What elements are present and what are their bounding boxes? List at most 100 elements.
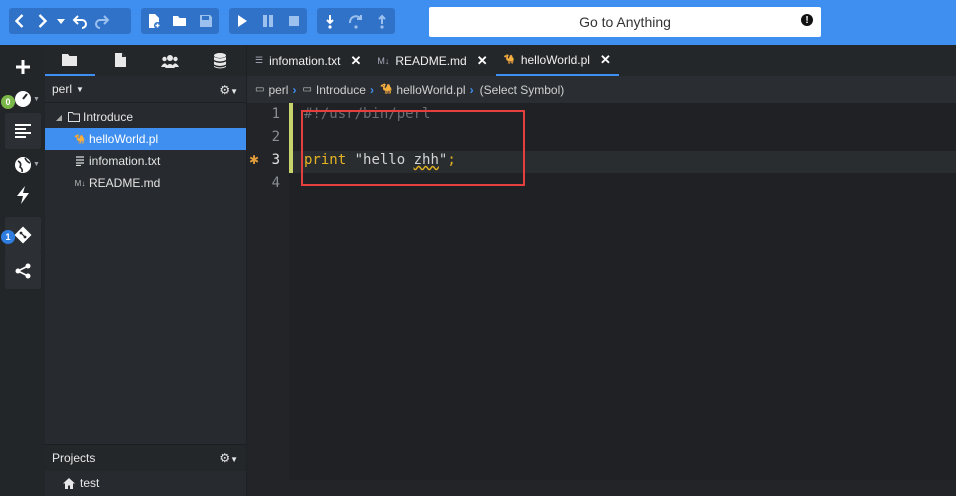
add-button[interactable] xyxy=(5,49,41,85)
redo-button[interactable] xyxy=(91,8,113,34)
new-file-button[interactable] xyxy=(143,8,165,34)
run-button[interactable] xyxy=(231,8,253,34)
tab-database[interactable] xyxy=(195,45,245,76)
globe-icon xyxy=(15,157,31,173)
debug-step-group xyxy=(317,8,395,34)
tab-infomation-txt[interactable]: ☰ infomation.txt ✕ xyxy=(247,45,369,76)
text-icon: ☰ xyxy=(255,55,264,65)
project-selector[interactable]: perl ▼ xyxy=(45,76,246,103)
close-icon[interactable]: ✕ xyxy=(350,53,361,69)
go-to-anything-input[interactable]: Go to Anything ! xyxy=(429,7,821,37)
perl-camel-icon: 🐪 xyxy=(379,84,393,95)
editor-tab-bar: ☰ infomation.txt ✕ M↓ README.md ✕ 🐪 hell… xyxy=(247,45,956,76)
tab-readme-md[interactable]: M↓ README.md ✕ xyxy=(369,45,495,76)
perl-camel-icon: 🐪 xyxy=(74,133,86,144)
gear-icon: ⚙ xyxy=(219,451,231,465)
tab-label: helloWorld.pl xyxy=(520,52,590,67)
play-icon xyxy=(238,15,247,27)
gear-icon: ⚙ xyxy=(219,83,231,97)
folder-icon: ▭ xyxy=(302,84,312,95)
step-over-button[interactable] xyxy=(319,8,341,34)
folder-open-icon xyxy=(173,16,186,26)
line-number: 1 xyxy=(271,106,280,122)
dashboard-icon xyxy=(15,91,31,107)
undo-button[interactable] xyxy=(69,8,91,34)
left-rail: 0 ▼ ▼ 1 xyxy=(0,45,45,496)
forward-button[interactable] xyxy=(31,8,53,34)
git-changes-badge: 1 xyxy=(1,230,15,244)
tree-item-folder[interactable]: ◢ Introduce xyxy=(45,106,246,128)
side-panel-tabs xyxy=(45,45,246,76)
breadcrumb-symbol[interactable]: (Select Symbol) xyxy=(480,83,565,97)
open-folder-button[interactable] xyxy=(169,8,191,34)
stop-icon xyxy=(289,16,299,26)
share-button[interactable] xyxy=(5,253,41,289)
tab-helloworld-pl[interactable]: 🐪 helloWorld.pl ✕ xyxy=(495,45,619,76)
users-icon xyxy=(161,54,179,68)
redo-icon xyxy=(95,15,110,29)
list-lines-icon xyxy=(15,124,31,138)
tree-item-label: Introduce xyxy=(83,110,134,124)
commands-button[interactable] xyxy=(5,177,41,213)
breadcrumb-separator-icon: › xyxy=(292,82,297,97)
tree-item-file[interactable]: infomation.txt xyxy=(45,150,246,172)
change-marker xyxy=(289,151,293,173)
outline-button[interactable] xyxy=(5,113,41,149)
change-marker xyxy=(289,103,293,151)
chevron-right-icon xyxy=(38,14,48,28)
tab-label: README.md xyxy=(395,53,467,68)
line-number: 3 xyxy=(271,152,280,168)
tree-item-file[interactable]: 🐪 helloWorld.pl xyxy=(45,128,246,150)
save-button[interactable] xyxy=(195,8,217,34)
project-item[interactable]: test xyxy=(45,472,246,494)
file-group xyxy=(141,8,219,34)
pause-button[interactable] xyxy=(257,8,279,34)
breadcrumb-folder[interactable]: Introduce xyxy=(316,83,366,97)
projects-header: Projects ⚙▼ xyxy=(45,444,246,471)
tree-item-label: README.md xyxy=(89,176,161,190)
step-in-icon xyxy=(348,15,362,29)
step-in-button[interactable] xyxy=(345,8,367,34)
horizontal-scrollbar[interactable] xyxy=(247,480,956,496)
perl-camel-icon: 🐪 xyxy=(503,54,515,64)
breadcrumb-root[interactable]: perl xyxy=(268,83,288,97)
undo-icon xyxy=(72,15,87,29)
git-icon xyxy=(14,226,32,244)
home-icon xyxy=(63,477,75,489)
notification-alert-icon[interactable]: ! xyxy=(801,14,813,26)
folder-open-icon xyxy=(62,53,77,66)
folder-icon xyxy=(68,111,80,123)
caret-down-icon: ▼ xyxy=(76,84,84,94)
back-button[interactable] xyxy=(9,8,31,34)
close-icon[interactable]: ✕ xyxy=(600,52,611,68)
caret-down-icon: ▼ xyxy=(33,96,40,103)
markdown-icon: M↓ xyxy=(377,55,390,66)
places-settings-button[interactable]: ⚙▼ xyxy=(219,83,238,97)
tab-places[interactable] xyxy=(45,45,95,76)
stop-button[interactable] xyxy=(283,8,305,34)
close-icon[interactable]: ✕ xyxy=(477,53,488,69)
project-item-label: test xyxy=(80,476,100,490)
step-out-button[interactable] xyxy=(371,8,393,34)
projects-settings-button[interactable]: ⚙▼ xyxy=(219,451,238,465)
markdown-icon: M↓ xyxy=(74,178,86,188)
files-icon xyxy=(115,52,126,67)
caret-down-icon: ▼ xyxy=(230,455,238,464)
breadcrumb-separator-icon: › xyxy=(469,82,474,97)
tab-collaboration[interactable] xyxy=(145,45,195,76)
annotation-highlight-box xyxy=(301,110,525,186)
navigation-group xyxy=(9,8,131,34)
projects-title: Projects xyxy=(52,451,96,465)
expand-triangle-icon: ◢ xyxy=(55,112,63,122)
history-dropdown-button[interactable] xyxy=(53,8,69,34)
tree-item-file[interactable]: M↓ README.md xyxy=(45,172,246,194)
tab-open-files[interactable] xyxy=(95,45,145,76)
tree-item-label: helloWorld.pl xyxy=(89,132,159,146)
step-over-icon xyxy=(326,15,334,29)
line-number: 2 xyxy=(271,129,280,145)
caret-down-icon: ▼ xyxy=(33,161,40,168)
chevron-left-icon xyxy=(14,14,24,28)
breadcrumb: ▭ perl › ▭ Introduce › 🐪 helloWorld.pl ›… xyxy=(247,76,956,103)
save-icon xyxy=(200,15,212,27)
breadcrumb-file[interactable]: helloWorld.pl xyxy=(396,83,465,97)
